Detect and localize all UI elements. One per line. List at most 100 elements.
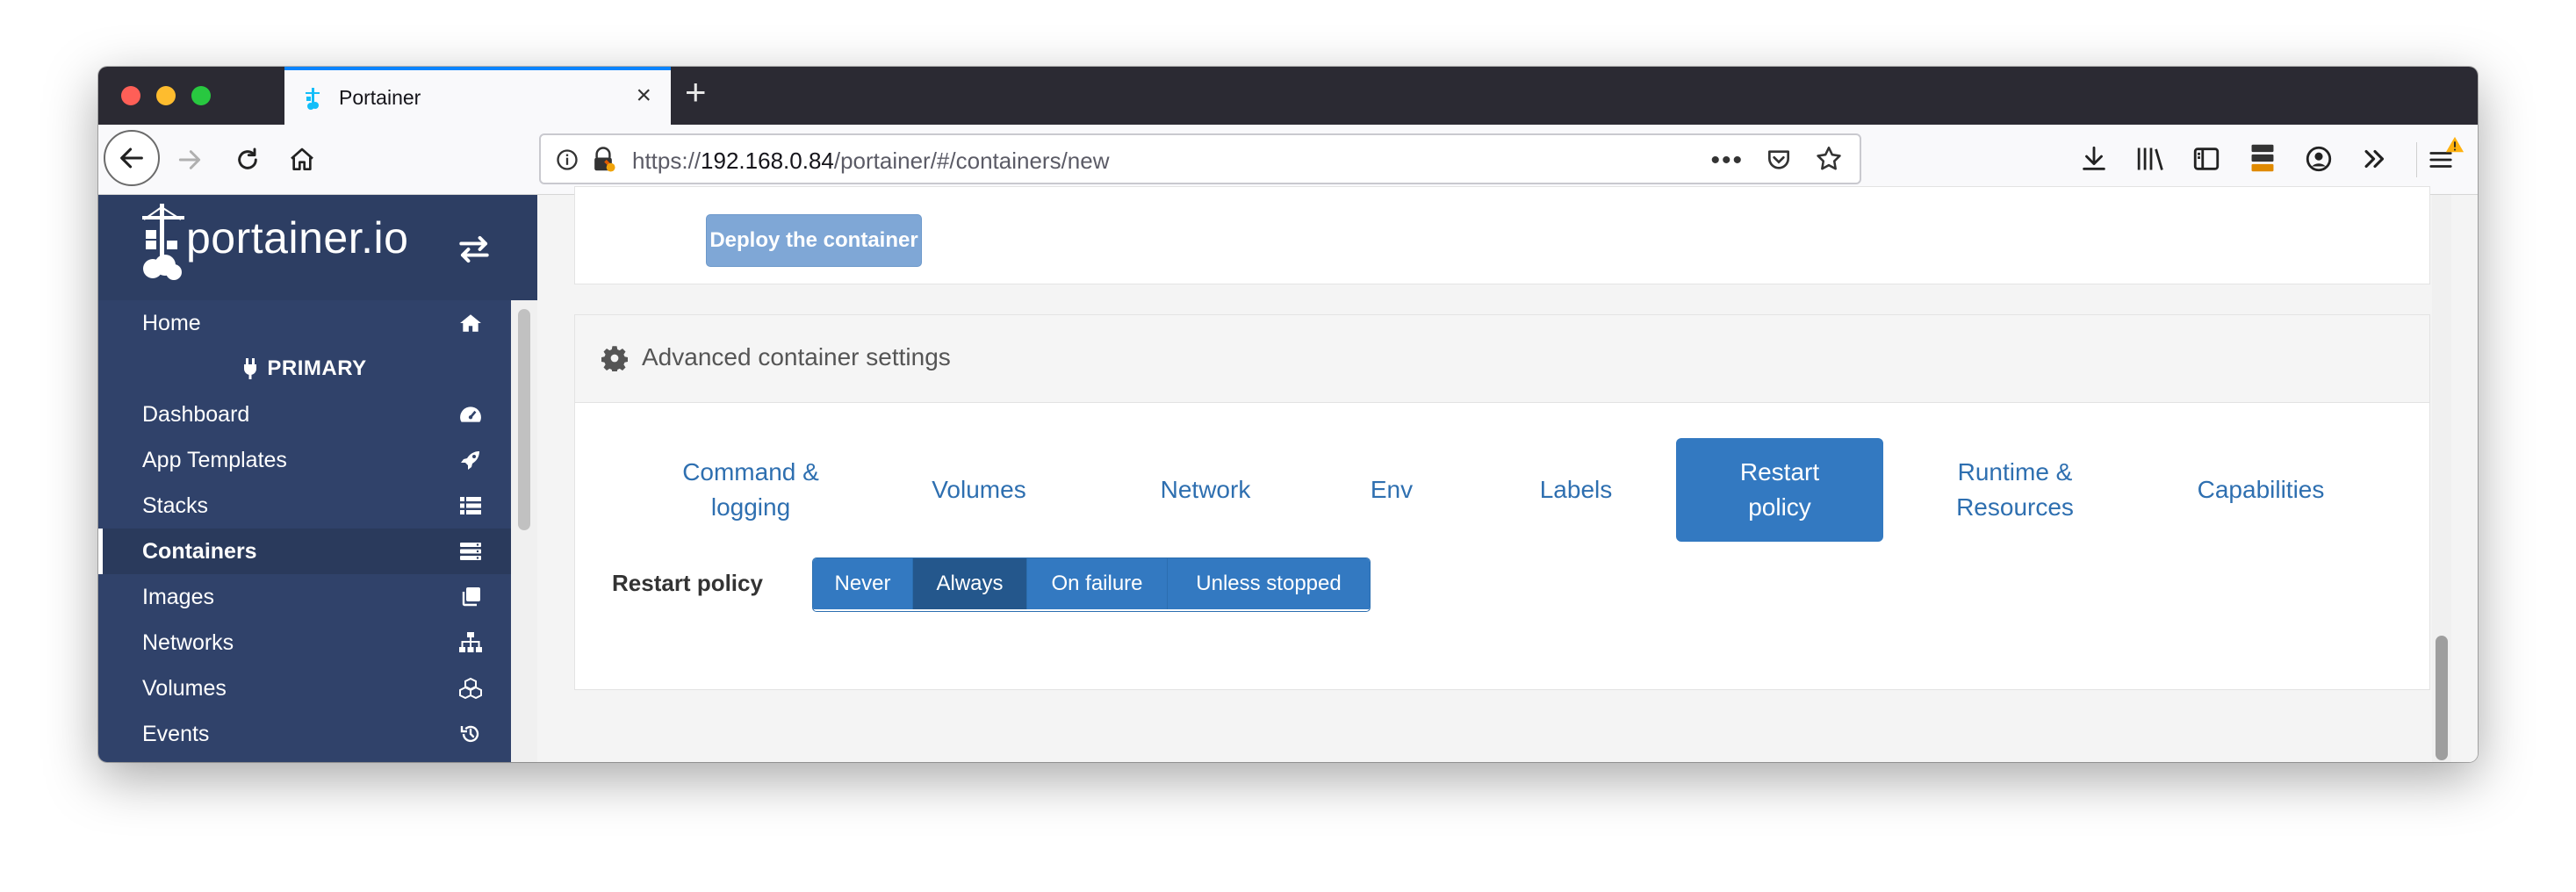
restart-never-button[interactable]: Never: [813, 558, 913, 609]
toggle-sidebar-arrows-icon[interactable]: [457, 234, 492, 265]
sidebar-item-images[interactable]: Images: [98, 574, 511, 620]
navigation-toolbar: https://192.168.0.84/portainer/#/contain…: [98, 125, 2478, 195]
tab-volumes[interactable]: Volumes: [882, 438, 1076, 542]
url-path: /portainer/#/containers/new: [833, 147, 1110, 174]
tab-env[interactable]: Env: [1313, 438, 1471, 542]
deploy-container-button[interactable]: Deploy the container: [706, 214, 922, 267]
restart-unless-stopped-button[interactable]: Unless stopped: [1168, 558, 1370, 609]
sidebar-item-volumes[interactable]: Volumes: [98, 665, 511, 711]
advanced-settings-header: Advanced container settings: [575, 315, 2429, 403]
page-actions-icon[interactable]: •••: [1710, 146, 1744, 176]
url-bar[interactable]: https://192.168.0.84/portainer/#/contain…: [539, 133, 1861, 184]
tachometer-icon: [458, 402, 483, 427]
restart-policy-label: Restart policy: [612, 570, 763, 596]
page-content: portainer.io Home PRIMARY Dashboard App: [98, 186, 2478, 762]
sidebar-item-home[interactable]: Home: [98, 300, 511, 346]
extension-server-icon[interactable]: [2248, 142, 2277, 174]
rocket-icon: [458, 448, 483, 472]
sidebar-item-label: Networks: [142, 629, 234, 655]
restart-on-failure-button[interactable]: On failure: [1027, 558, 1168, 609]
zoom-window-button[interactable]: [191, 86, 211, 105]
tab-restart-policy[interactable]: Restart policy: [1676, 438, 1883, 542]
sidebar-item-label: App Templates: [142, 447, 287, 472]
reload-icon: [238, 147, 257, 169]
tab-command-logging[interactable]: Command & logging: [637, 438, 865, 542]
sidebar-item-networks[interactable]: Networks: [98, 620, 511, 665]
cog-icon: [601, 346, 628, 371]
tab-labels[interactable]: Labels: [1488, 438, 1664, 542]
browser-tab[interactable]: Portainer ×: [284, 67, 671, 125]
bookmark-star-icon[interactable]: [1814, 144, 1844, 174]
sidebar-header: portainer.io: [98, 195, 537, 300]
sidebar-item-label: Dashboard: [142, 401, 250, 427]
main-scrollbar-thumb[interactable]: [2436, 636, 2448, 760]
history-icon: [458, 722, 483, 746]
logo-text: portainer.io: [186, 213, 409, 263]
pocket-icon[interactable]: [1765, 146, 1793, 174]
url-prefix: https://: [632, 147, 702, 174]
sidebar-item-app-templates[interactable]: App Templates: [98, 437, 511, 483]
sidebar-scrollbar-thumb[interactable]: [518, 309, 530, 530]
tab-label: Command & logging: [682, 458, 819, 521]
sidebar-menu: Home PRIMARY Dashboard App Templates Sta…: [98, 300, 511, 757]
warning-icon: [2445, 136, 2464, 153]
server-icon: [458, 539, 483, 564]
tab-title: Portainer: [339, 86, 421, 109]
tab-label: Network: [1160, 476, 1251, 503]
download-icon[interactable]: [2079, 144, 2109, 174]
tab-runtime-resources[interactable]: Runtime & Resources: [1910, 438, 2120, 542]
sidebar-item-events[interactable]: Events: [98, 711, 511, 757]
sidebar-item-dashboard[interactable]: Dashboard: [98, 392, 511, 437]
arrow-right-icon: [178, 150, 201, 169]
tab-label: Runtime & Resources: [1956, 458, 2074, 521]
home-icon: [291, 147, 313, 170]
minimize-window-button[interactable]: [156, 86, 176, 105]
tab-label: Env: [1370, 476, 1414, 503]
restart-always-button[interactable]: Always: [913, 558, 1027, 609]
tab-network[interactable]: Network: [1109, 438, 1302, 542]
advanced-settings-panel: Advanced container settings Command & lo…: [574, 314, 2430, 690]
url-text: https://192.168.0.84/portainer/#/contain…: [632, 147, 1109, 175]
sidebar-item-label: Images: [142, 584, 214, 609]
library-icon[interactable]: [2135, 144, 2167, 174]
main-area: Deploy the container Advanced container …: [537, 186, 2451, 762]
tab-label: Capabilities: [2197, 476, 2325, 503]
close-tab-icon[interactable]: ×: [636, 83, 651, 109]
clone-icon: [458, 585, 483, 609]
sidebar-item-stacks[interactable]: Stacks: [98, 483, 511, 529]
sidebar-item-label: Events: [142, 721, 210, 746]
tab-strip: Portainer × +: [98, 67, 2478, 125]
back-button[interactable]: [104, 130, 160, 186]
app-menu-button[interactable]: [2416, 136, 2464, 177]
sidebar: portainer.io Home PRIMARY Dashboard App: [98, 195, 537, 762]
home-button[interactable]: [284, 142, 320, 177]
plug-icon: [244, 358, 257, 379]
endpoint-name: PRIMARY: [267, 356, 367, 380]
overflow-chevrons-icon[interactable]: [2360, 144, 2390, 174]
info-icon: [557, 149, 578, 170]
cubes-icon: [458, 676, 483, 701]
tab-label: Volumes: [932, 476, 1026, 503]
portainer-logo-icon: [142, 204, 184, 280]
account-icon[interactable]: [2304, 144, 2334, 174]
sidebar-item-label: Home: [142, 310, 201, 335]
sidebar-item-containers[interactable]: Containers: [98, 529, 511, 574]
sidebar-toggle-icon[interactable]: [2191, 144, 2221, 174]
arrow-left-icon: [120, 147, 143, 169]
sitemap-icon: [458, 630, 483, 655]
list-icon: [458, 493, 483, 518]
sidebar-item-label: Volumes: [142, 675, 227, 701]
reload-button[interactable]: [230, 142, 265, 177]
sidebar-item-label: Stacks: [142, 493, 209, 518]
tab-capabilities[interactable]: Capabilities: [2155, 438, 2366, 542]
close-window-button[interactable]: [121, 86, 140, 105]
tab-label: Labels: [1539, 476, 1613, 503]
new-tab-icon[interactable]: +: [685, 74, 707, 111]
sidebar-item-label: Containers: [142, 538, 257, 564]
home-icon: [458, 311, 483, 335]
forward-button[interactable]: [172, 142, 207, 177]
url-host: 192.168.0.84: [701, 147, 834, 174]
advanced-settings-title: Advanced container settings: [642, 343, 951, 370]
insecure-lock-icon: [594, 147, 615, 172]
portainer-favicon-icon: [306, 88, 320, 110]
